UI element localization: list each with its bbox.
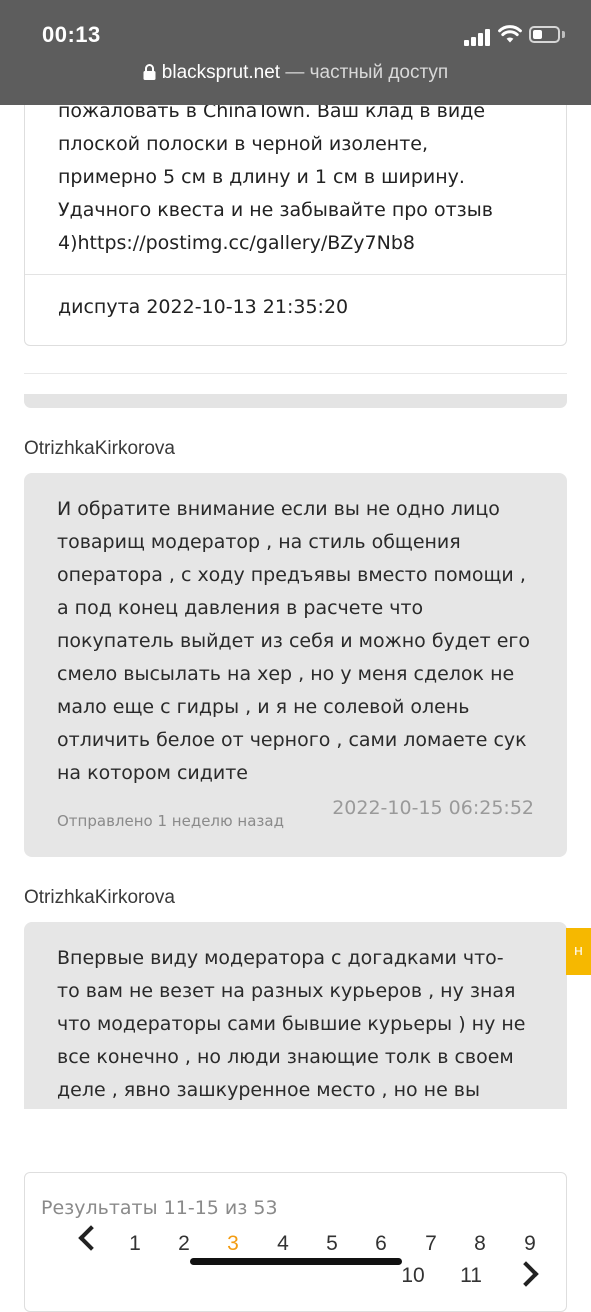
message-line: оператора , с ходу предъявы вместо помощ… xyxy=(57,564,526,586)
cellular-signal-icon xyxy=(464,28,490,46)
message-line: мало еще с гидры , и я не солевой олень xyxy=(57,696,470,718)
page-link-current[interactable]: 3 xyxy=(218,1232,248,1256)
message-line: товарищ модератор , на стиль общения xyxy=(57,531,461,553)
address-bar[interactable]: blacksprut.net — частный доступ xyxy=(0,62,591,84)
home-indicator xyxy=(190,1258,402,1265)
message-line: все конечно , но люди знающие толк в сво… xyxy=(57,1046,514,1068)
message-line: Впервые виду модератора с догадками что- xyxy=(57,947,504,969)
message-line: И обратите внимание если вы не одно лицо xyxy=(57,498,500,520)
lock-icon xyxy=(143,64,156,80)
message-sent-ago: Отправлено 1 неделю назад xyxy=(57,812,284,830)
page-link[interactable]: 8 xyxy=(465,1232,495,1256)
message-line: а под конец давления в расчете что xyxy=(57,597,424,619)
browser-top-bar: 00:13 blacksprut.net — частный доступ xyxy=(0,0,591,105)
message-line: на котором сидите xyxy=(57,762,248,784)
wifi-icon xyxy=(498,25,522,43)
page-link[interactable]: 1 xyxy=(120,1232,150,1256)
pagination: Результаты 11-15 из 53 1 2 3 4 5 6 7 8 9… xyxy=(24,1172,567,1312)
message-text: И обратите внимание если вы не одно лицо… xyxy=(57,493,539,790)
status-time: 00:13 xyxy=(42,22,101,47)
page-link[interactable]: 9 xyxy=(515,1232,545,1256)
post-line: Удачного квеста и не забывайте про отзыв xyxy=(58,199,493,221)
message-bubble: Впервые виду модератора с догадками что-… xyxy=(24,922,567,1109)
message-timestamp: 2022-10-15 06:25:52 xyxy=(332,797,534,819)
page-link[interactable]: 2 xyxy=(169,1232,199,1256)
side-feedback-tab[interactable]: н xyxy=(566,928,591,975)
url-domain: blacksprut.net xyxy=(161,62,281,83)
url-suffix: — частный доступ xyxy=(285,62,449,83)
post-line: плоской полоски в черной изоленте, xyxy=(58,133,429,155)
message-line: то вам не везет на разных курьеров , ну … xyxy=(57,980,516,1002)
divider xyxy=(25,274,566,275)
page-link[interactable]: 7 xyxy=(416,1232,446,1256)
next-page-icon[interactable] xyxy=(513,1261,539,1287)
message-author[interactable]: OtrizhkaKirkorova xyxy=(24,438,175,460)
page-link[interactable]: 10 xyxy=(395,1264,431,1288)
section-divider xyxy=(24,373,567,374)
page-link[interactable]: 4 xyxy=(268,1232,298,1256)
bubble-bottom-edge xyxy=(24,394,567,408)
message-line: деле , явно зашкуренное место , но не вы xyxy=(57,1079,481,1101)
page-link[interactable]: 6 xyxy=(366,1232,396,1256)
message-line: что модераторы сами бывшие курьеры ) ну … xyxy=(57,1013,526,1035)
page-link[interactable]: 5 xyxy=(317,1232,347,1256)
page-link[interactable]: 11 xyxy=(453,1264,489,1288)
message-bubble: И обратите внимание если вы не одно лицо… xyxy=(24,473,567,857)
message-line: покупатель выйдет из себя и можно будет … xyxy=(57,630,531,652)
post-body: пожаловать в ChinaTown. Ваш клад в виде … xyxy=(58,95,538,260)
message-line: отличить белое от черного , сами ломаете… xyxy=(57,729,527,751)
battery-icon xyxy=(529,26,560,43)
post-line: примерно 5 см в длину и 1 см в ширину. xyxy=(58,166,465,188)
post-link[interactable]: 4)https://postimg.cc/gallery/BZy7Nb8 xyxy=(58,227,538,260)
message-text: Впервые виду модератора с догадками что-… xyxy=(57,942,539,1107)
message-line: смело высылать на хер , но у меня сделок… xyxy=(57,663,515,685)
results-count: Результаты 11-15 из 53 xyxy=(41,1197,278,1219)
post-footer: диспута 2022-10-13 21:35:20 xyxy=(58,296,349,318)
prev-page-icon[interactable] xyxy=(78,1225,104,1251)
message-author[interactable]: OtrizhkaKirkorova xyxy=(24,887,175,909)
